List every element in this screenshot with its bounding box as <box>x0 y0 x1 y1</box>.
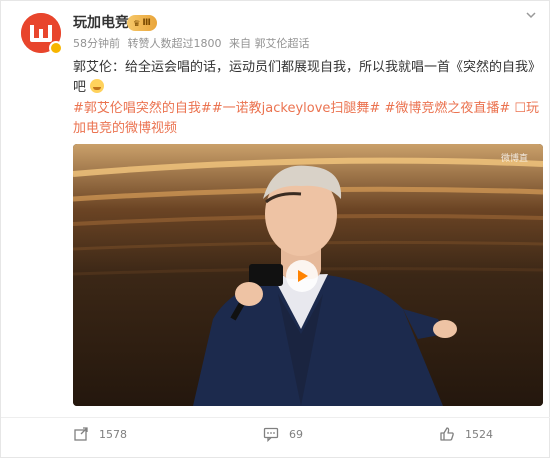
play-icon <box>298 270 308 282</box>
post-text: 郭艾伦：给全运会唱的话，运动员们都展现自我，所以我就唱一首《突然的自我》吧 <box>73 58 543 98</box>
post-meta: 58分钟前 转赞人数超过1800 来自 郭艾伦超话 <box>73 37 314 51</box>
repost-icon <box>74 427 88 441</box>
thumbs-up-icon <box>440 427 454 441</box>
post-time[interactable]: 58分钟前 <box>73 37 120 50</box>
author-name[interactable]: 玩加电竞 <box>73 14 129 32</box>
weibo-post-card: 玩加电竞 ♛ Ⅲ 58分钟前 转赞人数超过1800 来自 郭艾伦超话 郭艾伦：给… <box>0 0 550 458</box>
verified-icon <box>49 41 63 55</box>
badge-level: Ⅲ <box>142 18 151 28</box>
crown-icon: ♛ <box>133 18 141 28</box>
post-source[interactable]: 来自 郭艾伦超话 <box>229 37 310 50</box>
video-watermark: 微博直 <box>501 154 529 164</box>
laugh-cry-emoji-icon <box>90 79 105 93</box>
like-count: 1524 <box>465 427 493 441</box>
repost-button[interactable]: 1578 <box>73 425 127 443</box>
post-topics[interactable]: #郭艾伦唱突然的自我##一诺教jackeylove扫腿舞# #微博竞燃之夜直播#… <box>73 99 543 139</box>
avatar[interactable] <box>21 13 63 55</box>
comment-icon <box>263 427 279 442</box>
chevron-down-icon[interactable] <box>523 7 539 23</box>
member-badge[interactable]: ♛ Ⅲ <box>127 15 157 31</box>
divider <box>1 417 550 418</box>
comment-button[interactable]: 69 <box>263 425 303 443</box>
play-button[interactable] <box>286 260 318 292</box>
reposts-note: 转赞人数超过1800 <box>127 37 222 50</box>
post-text-content: 郭艾伦：给全运会唱的话，运动员们都展现自我，所以我就唱一首《突然的自我》吧 <box>73 60 542 95</box>
like-button[interactable]: 1524 <box>439 425 493 443</box>
repost-count: 1578 <box>99 427 127 441</box>
comment-count: 69 <box>289 427 303 441</box>
